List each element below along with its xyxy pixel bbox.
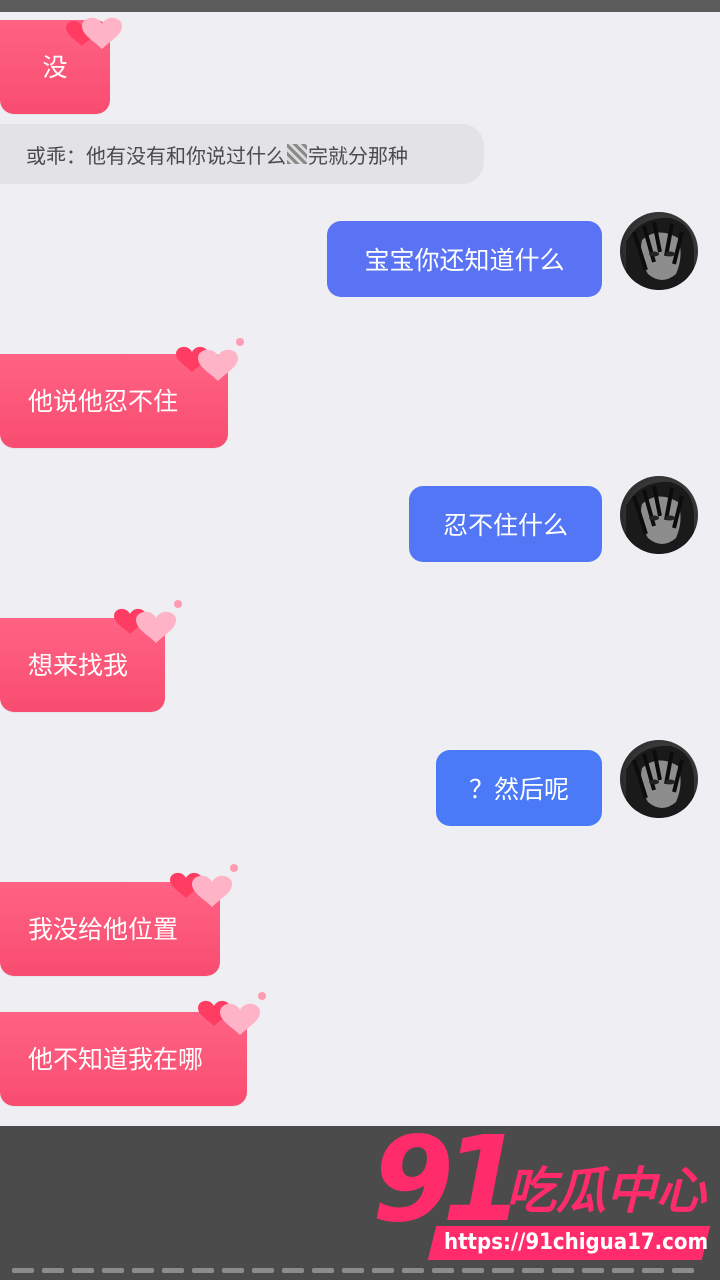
message-bubble-left: 想来找我 — [0, 618, 165, 712]
censor-mosaic-icon — [287, 144, 307, 164]
message-text: 他不知道我在哪 — [28, 1044, 204, 1074]
message-text: 宝宝你还知道什么 — [364, 246, 565, 275]
avatar-face-icon — [626, 481, 694, 554]
watermark-name: 吃瓜中心 — [506, 1162, 706, 1220]
message-text: 没 — [42, 52, 68, 82]
watermark-logo: 91 — [372, 1110, 524, 1248]
avatar[interactable] — [620, 740, 698, 818]
message-text: 我没给他位置 — [28, 914, 179, 944]
message-bubble-left: 他不知道我在哪 — [0, 1012, 247, 1106]
quoted-text-start: 或乖：他有没有和你说过什么 — [26, 143, 286, 168]
message-bubble-left: 他说他忍不住 — [0, 354, 228, 448]
top-status-strip — [0, 0, 720, 12]
message-text: ？然后呢 — [468, 775, 569, 804]
avatar[interactable] — [620, 476, 698, 554]
bottom-dashes — [0, 1268, 720, 1274]
avatar-face-icon — [626, 217, 694, 290]
message-bubble-left: 没 — [0, 20, 110, 114]
message-bubble-left: 我没给他位置 — [0, 882, 220, 976]
message-bubble-right: 忍不住什么 — [409, 486, 602, 562]
message-bubble-right: ？然后呢 — [436, 750, 602, 826]
message-text: 他说他忍不住 — [28, 386, 179, 416]
watermark-url: https://91chigua17.com — [444, 1230, 709, 1255]
message-text: 忍不住什么 — [442, 511, 568, 540]
message-bubble-right: 宝宝你还知道什么 — [327, 221, 602, 297]
quoted-message: 或乖：他有没有和你说过什么 完就分那种 — [0, 124, 484, 184]
message-text: 想来找我 — [28, 650, 129, 680]
avatar[interactable] — [620, 212, 698, 290]
quoted-text-end: 完就分那种 — [308, 143, 408, 168]
avatar-face-icon — [626, 745, 694, 818]
